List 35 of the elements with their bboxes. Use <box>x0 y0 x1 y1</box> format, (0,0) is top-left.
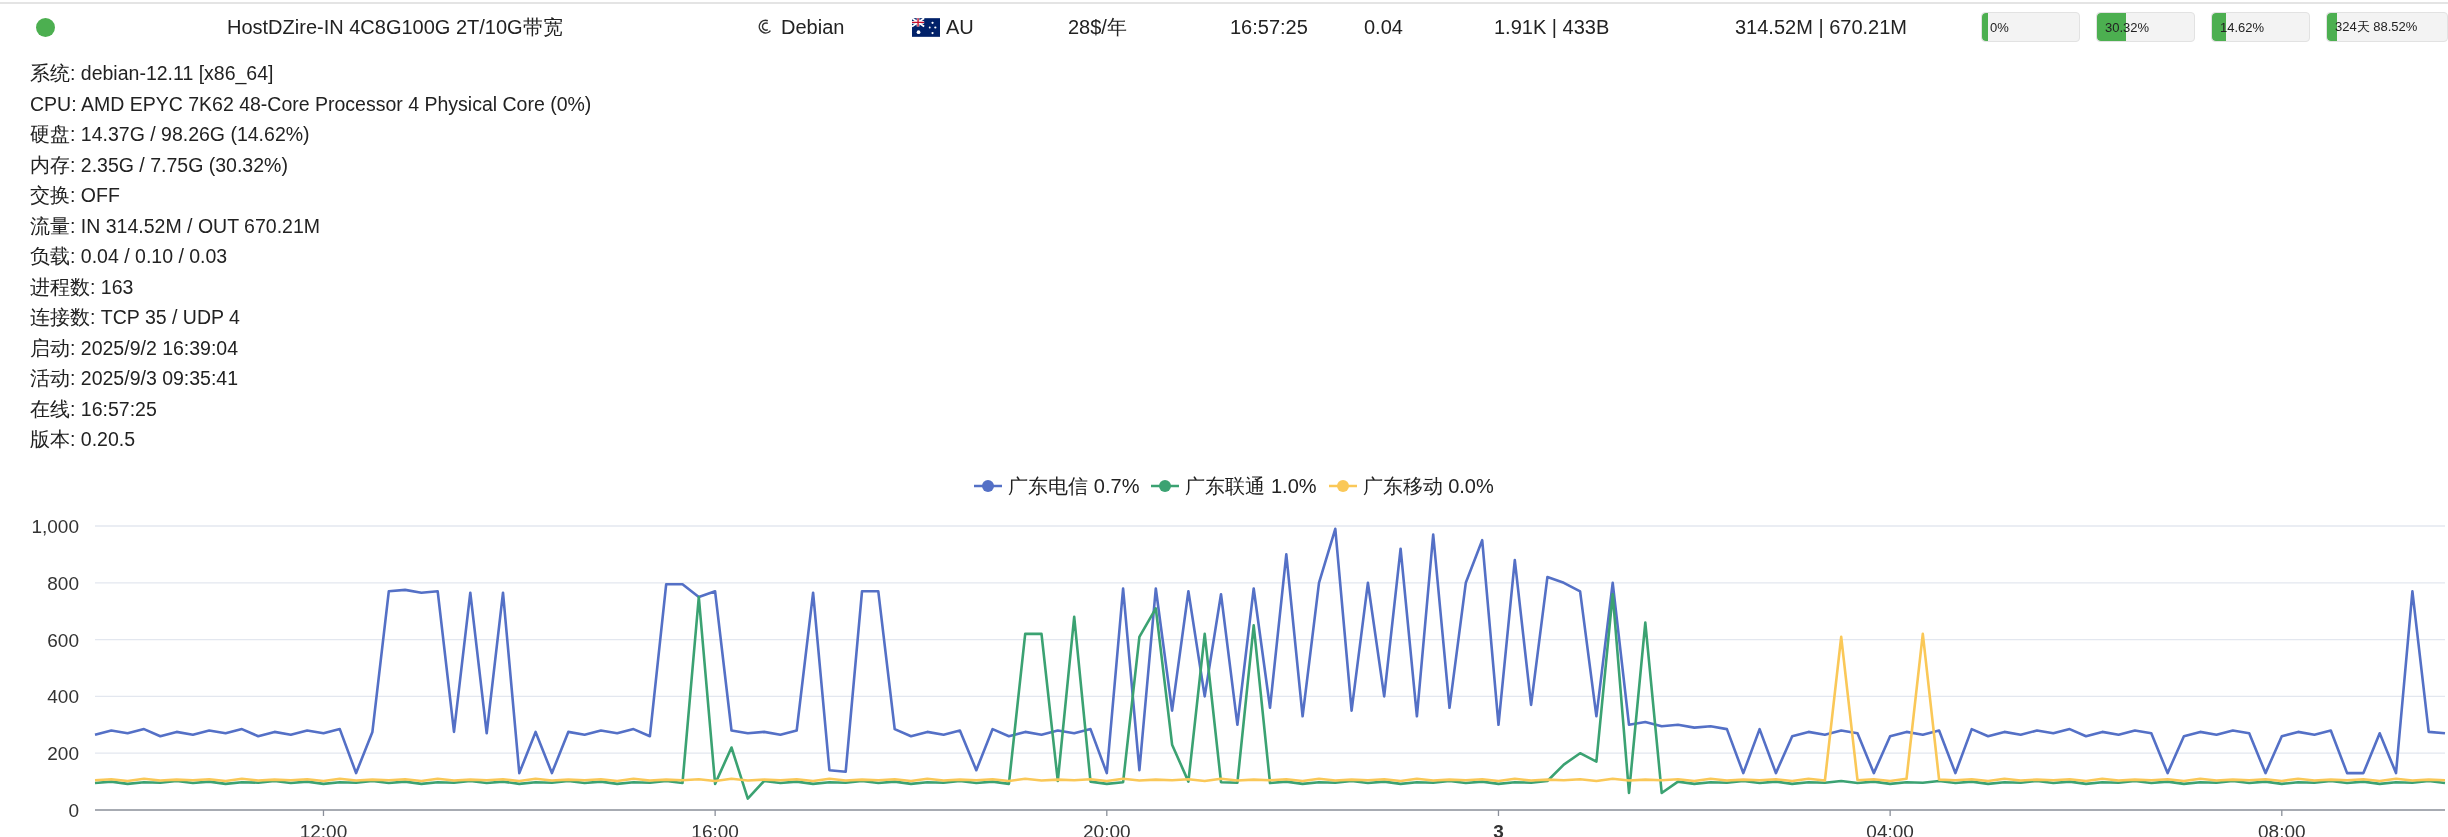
load-text: 0.04 <box>1364 15 1403 39</box>
detail-line: 系统: debian-12.11 [x86_64] <box>30 61 275 87</box>
os-name: Debian <box>781 15 845 39</box>
traffic-text: 314.52M | 670.21M <box>1735 15 1907 39</box>
detail-line: 负载: 0.04 / 0.10 / 0.03 <box>30 244 229 269</box>
legend-label: 广东电信 0.7% <box>1008 473 1140 499</box>
y-axis-label: 400 <box>47 686 79 708</box>
legend-marker-icon <box>1328 479 1357 493</box>
detail-line: 在线: 16:57:25 <box>30 396 158 422</box>
detail-line: 连接数: TCP 35 / UDP 4 <box>30 305 241 330</box>
legend-marker-icon <box>974 479 1003 493</box>
detail-line: 交换: OFF <box>30 183 121 208</box>
server-name: HostDZire-IN 4C8G100G 2T/10G带宽 <box>227 14 563 40</box>
y-axis-label: 0 <box>68 800 79 821</box>
detail-line: 流量: IN 314.52M / OUT 670.21M <box>30 213 321 239</box>
detail-line: 活动: 2025/9/3 09:35:41 <box>30 366 240 391</box>
legend-label: 广东联通 1.0% <box>1185 473 1317 499</box>
legend-label: 广东移动 0.0% <box>1362 473 1494 499</box>
detail-line: 内存: 2.35G / 7.75G (30.32%) <box>30 152 289 178</box>
y-axis-label: 600 <box>47 629 79 651</box>
y-axis-label: 1,000 <box>31 516 79 537</box>
speed-text: 1.91K | 433B <box>1494 15 1610 39</box>
detail-line: CPU: AMD EPYC 7K62 48-Core Processor 4 Physical Core (0%) <box>30 91 593 117</box>
flag-icon <box>912 17 940 37</box>
region-code: AU <box>946 15 974 39</box>
detail-line: 启动: 2025/9/2 16:39:04 <box>30 335 240 361</box>
uptime-text: 16:57:25 <box>1230 15 1308 39</box>
progress-label: 0% <box>1989 19 2009 35</box>
y-axis-label: 800 <box>47 572 79 594</box>
legend-marker-icon <box>1151 479 1180 493</box>
detail-line: 版本: 0.20.5 <box>30 427 137 452</box>
detail-line: 进程数: 163 <box>30 274 135 300</box>
detail-line: 硬盘: 14.37G / 98.26G (14.62%) <box>30 122 311 147</box>
y-axis-label: 200 <box>47 743 79 765</box>
price-text: 28$/年 <box>1068 14 1127 40</box>
